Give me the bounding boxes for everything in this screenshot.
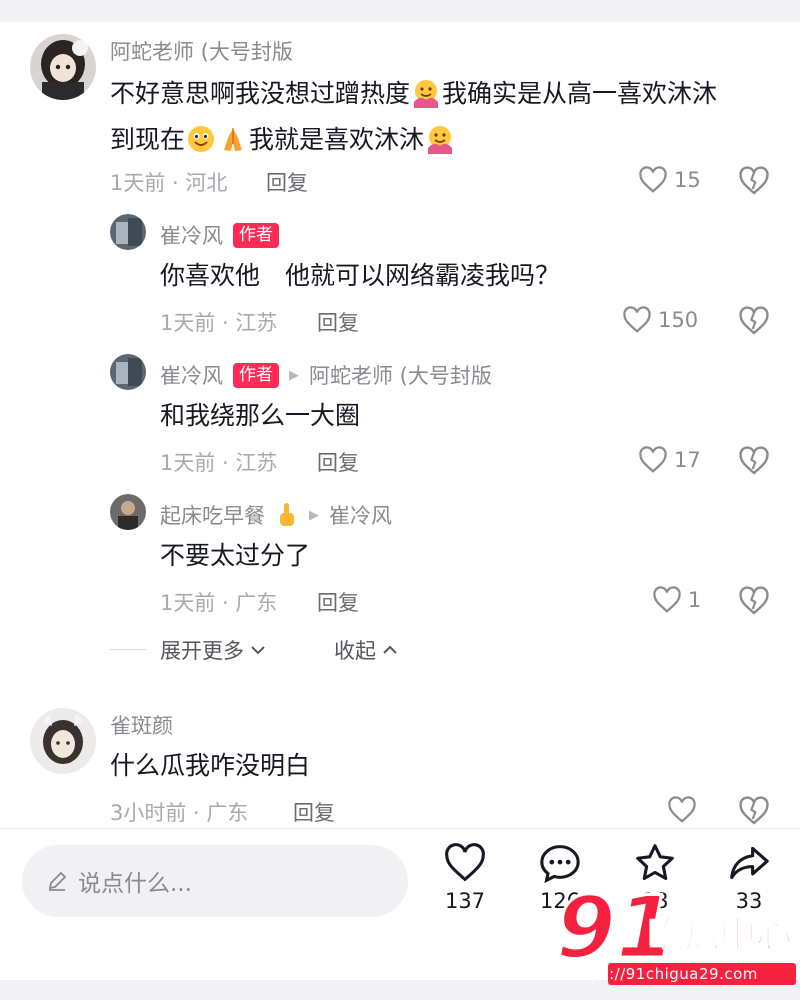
heart-icon [653, 586, 681, 613]
avatar[interactable] [110, 494, 146, 530]
reply-button[interactable]: 回复 [317, 587, 359, 617]
reply-button[interactable]: 回复 [266, 167, 308, 197]
comment-username[interactable]: 起床吃早餐 ▶ 崔冷风 [160, 500, 392, 530]
heart-icon [623, 306, 651, 333]
dislike-icon[interactable] [738, 796, 770, 826]
watermark-text: 吃瓜中心 [647, 914, 793, 957]
comment-text: 什么瓜我咋没明白 [110, 751, 311, 780]
chevron-down-icon [251, 646, 265, 655]
share-icon [730, 846, 769, 880]
author-badge: 作者 [233, 222, 279, 248]
comment-input[interactable]: 说点什么... [22, 845, 408, 917]
chevron-up-icon [383, 645, 397, 654]
dislike-icon[interactable] [738, 586, 770, 616]
comment-text: 和我绕那么一大圈 [160, 401, 361, 430]
comment-meta: 1天前 · 江苏 [160, 311, 278, 335]
heart-icon [445, 843, 485, 882]
like-action[interactable]: 137 [430, 843, 500, 913]
reply-button[interactable]: 回复 [293, 797, 335, 827]
watermark-url: https://91chigua29.com [568, 965, 758, 983]
hug-emoji-icon [428, 126, 453, 154]
dislike-icon[interactable] [738, 306, 770, 336]
reply-to-username[interactable]: 阿蛇老师 (大号封版 [309, 360, 492, 390]
pointing-up-emoji-icon [280, 503, 294, 526]
heart-icon [639, 166, 667, 193]
avatar[interactable] [30, 708, 96, 774]
author-badge: 作者 [233, 362, 279, 388]
expand-more-button[interactable]: 展开更多 [160, 635, 266, 665]
comment-text: 不好意思啊我没想过蹭热度 我确实是从高一喜欢沐沐 到现在 我就是喜欢沐沐 [110, 79, 718, 154]
avatar[interactable] [110, 214, 146, 250]
comment-text: 你喜欢他 他就可以网络霸凌我吗？ [160, 261, 561, 290]
comment-username[interactable]: 崔冷风 作者 [160, 220, 279, 250]
hug-emoji-icon [414, 80, 439, 108]
comment-meta: 1天前 · 江苏 [160, 451, 278, 475]
heart-icon [639, 446, 667, 473]
comment-username[interactable]: 雀斑颜 [110, 710, 173, 740]
like-button[interactable]: 15 [638, 166, 701, 194]
like-button[interactable]: 150 [622, 306, 698, 334]
like-button[interactable]: 1 [652, 586, 701, 614]
reply-button[interactable]: 回复 [317, 447, 359, 477]
comment-sheet: 阿蛇老师 (大号封版 不好意思啊我没想过蹭热度 我确实是从高一喜欢沐沐 到现在 我就… [0, 22, 800, 980]
pray-emoji-icon [224, 128, 243, 151]
reply-arrow-icon: ▶ [289, 367, 299, 383]
site-watermark-logo: 91 吃瓜中心 https://91chigua29.com [555, 879, 800, 1000]
comment-username[interactable]: 崔冷风 作者 ▶ 阿蛇老师 (大号封版 [160, 360, 492, 390]
heart-icon [668, 796, 696, 823]
divider [110, 649, 146, 650]
reply-button[interactable]: 回复 [317, 307, 359, 337]
like-button[interactable]: 17 [638, 446, 701, 474]
collapse-button[interactable]: 收起 [334, 635, 398, 665]
smile-emoji-icon [188, 126, 215, 152]
avatar[interactable] [110, 354, 146, 390]
reply-to-username[interactable]: 崔冷风 [329, 500, 392, 530]
dislike-icon[interactable] [738, 446, 770, 476]
dislike-icon[interactable] [738, 166, 770, 196]
pencil-icon [48, 871, 67, 891]
comment-text: 不要太过分了 [160, 541, 311, 570]
comment-username[interactable]: 阿蛇老师 (大号封版 [110, 36, 293, 66]
comment-bubble-icon [540, 845, 580, 884]
like-button[interactable] [667, 796, 703, 824]
reply-arrow-icon: ▶ [309, 507, 319, 523]
star-icon [636, 844, 674, 880]
comment-meta: 1天前 · 河北 [110, 171, 228, 195]
comment-meta: 1天前 · 广东 [160, 591, 278, 615]
avatar[interactable] [30, 34, 96, 100]
comment-meta: 3小时前 · 广东 [110, 801, 249, 825]
